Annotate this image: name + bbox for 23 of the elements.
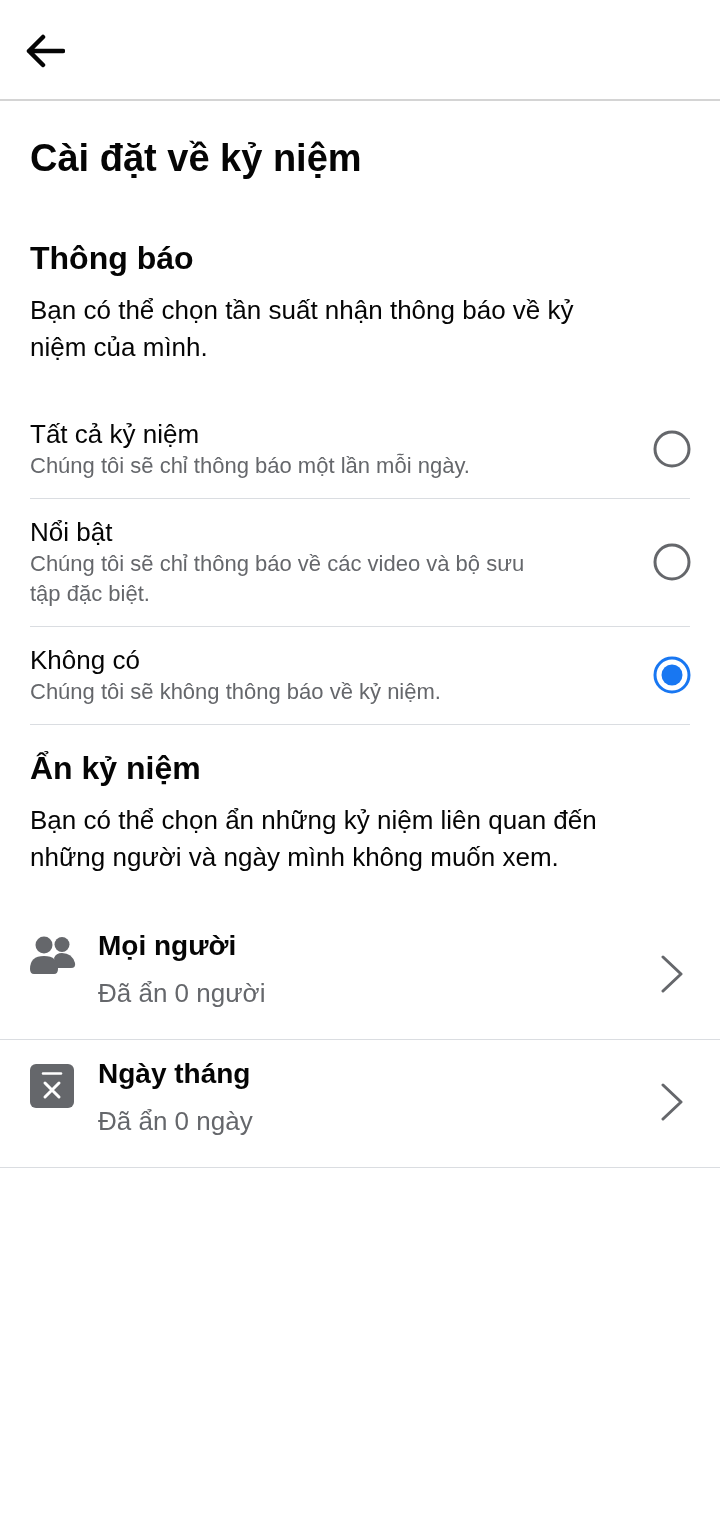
section-heading: Thông báo <box>30 239 195 278</box>
section-description: Bạn có thể chọn ẩn những kỷ niệm liên quan đến những người và ngày mình không muốn xem. <box>30 804 598 874</box>
option-description: Chúng tôi sẽ chỉ thông báo một lần mỗi ngày. <box>30 452 470 480</box>
back-arrow-icon <box>25 33 65 68</box>
row-summary: Đã ẩn 0 ngày <box>98 1105 254 1138</box>
chevron-right-icon <box>660 955 684 993</box>
radio-button[interactable] <box>653 656 691 694</box>
calendar-cross-icon <box>30 1064 74 1108</box>
chevron-right-icon <box>660 1083 684 1121</box>
option-description: Chúng tôi sẽ chỉ thông báo về các video và bộ sưu tập đặc biệt. <box>30 550 526 608</box>
radio-button[interactable] <box>653 430 691 468</box>
row-title: Mọi người <box>98 929 238 963</box>
option-label: Nổi bật <box>30 516 114 549</box>
page-title: Cài đặt về kỷ niệm <box>30 136 363 181</box>
row-summary: Đã ẩn 0 người <box>98 977 267 1010</box>
radio-button[interactable] <box>653 543 691 581</box>
section-heading: Ẩn kỷ niệm <box>30 749 202 788</box>
row-title: Ngày tháng <box>98 1057 252 1091</box>
people-icon <box>30 936 76 974</box>
option-label: Tất cả kỷ niệm <box>30 418 201 451</box>
option-description: Chúng tôi sẽ không thông báo về kỷ niệm. <box>30 678 441 706</box>
section-description: Bạn có thể chọn tần suất nhận thông báo về kỷ niệm của mình. <box>30 294 575 364</box>
option-label: Không có <box>30 644 141 677</box>
